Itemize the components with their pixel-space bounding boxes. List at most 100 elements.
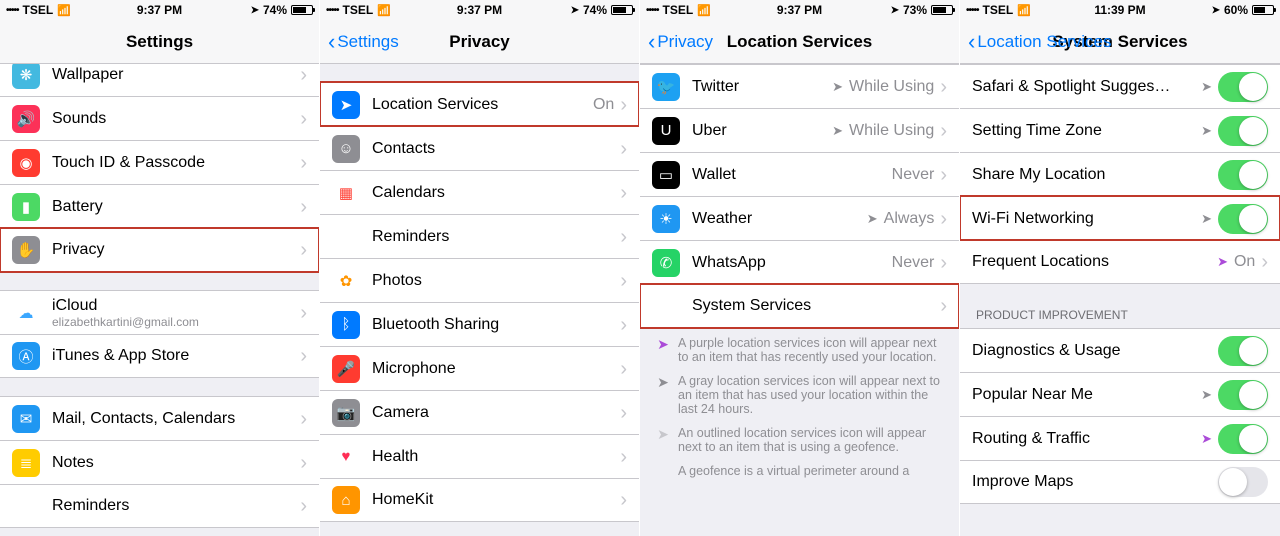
status-time: 9:37 PM [777, 3, 822, 17]
settings-row[interactable]: Routing & Traffic➤ [960, 416, 1280, 460]
row-label: Notes [52, 454, 300, 472]
settings-row[interactable]: •Reminders› [0, 484, 319, 528]
battery-pct: 73% [903, 3, 927, 17]
chevron-right-icon: › [620, 403, 627, 423]
chevron-right-icon: › [620, 359, 627, 379]
settings-row[interactable]: ☁iCloudelizabethkartini@gmail.com› [0, 290, 319, 334]
settings-row[interactable]: Improve Maps [960, 460, 1280, 504]
toggle-switch[interactable] [1218, 380, 1268, 410]
footnote-text: A purple location services icon will app… [678, 336, 943, 364]
location-arrow-icon: ➤ [891, 5, 899, 16]
location-indicator-icon: ➤ [832, 79, 843, 95]
location-arrow-icon: ➤ [656, 374, 670, 416]
settings-row[interactable]: ✿Photos› [320, 258, 639, 302]
toggle-switch[interactable] [1218, 72, 1268, 102]
nav-back-button[interactable]: ‹Location Services [968, 31, 1112, 53]
status-time: 9:37 PM [137, 3, 182, 17]
location-indicator-icon: ➤ [1201, 387, 1212, 403]
settings-row[interactable]: ☀Weather➤Always› [640, 196, 959, 240]
list[interactable]: 🐦Twitter➤While Using›UUber➤While Using›▭… [640, 64, 959, 536]
settings-row[interactable]: ☺Contacts› [320, 126, 639, 170]
settings-row[interactable]: ♥Health› [320, 434, 639, 478]
battery-pct: 74% [583, 3, 607, 17]
chevron-right-icon: › [620, 227, 627, 247]
row-label: iCloud [52, 297, 300, 315]
screen-3: •••••TSEL📶11:39 PM➤60%‹Location Services… [960, 0, 1280, 536]
chevron-right-icon: › [300, 453, 307, 473]
battery-icon [611, 5, 633, 15]
nav-back-label: Settings [337, 32, 398, 52]
settings-row[interactable]: 🔊Sounds› [0, 96, 319, 140]
settings-row[interactable]: ≣Reminders› [320, 214, 639, 258]
chevron-right-icon: › [940, 253, 947, 273]
settings-row[interactable]: Wi-Fi Networking➤ [960, 196, 1280, 240]
battery-icon [291, 5, 313, 15]
location-arrow-icon: ➤ [1212, 5, 1220, 16]
status-bar: •••••TSEL📶9:37 PM➤74% [0, 0, 319, 20]
nav-back-button[interactable]: ‹Settings [328, 31, 399, 53]
wallpaper-icon: ❋ [12, 64, 40, 89]
settings-row[interactable]: Safari & Spotlight Sugges…➤ [960, 64, 1280, 108]
settings-row[interactable]: ◉Touch ID & Passcode› [0, 140, 319, 184]
list[interactable]: Safari & Spotlight Sugges…➤Setting Time … [960, 64, 1280, 536]
settings-row[interactable]: Frequent Locations➤On› [960, 240, 1280, 284]
bluetooth-icon: ᛒ [332, 311, 360, 339]
toggle-switch[interactable] [1218, 116, 1268, 146]
settings-row[interactable]: System Services› [640, 284, 959, 328]
chevron-right-icon: › [300, 65, 307, 85]
chevron-right-icon: › [300, 346, 307, 366]
row-value: Always [884, 210, 935, 228]
settings-row[interactable]: 🐦Twitter➤While Using› [640, 64, 959, 108]
carrier-label: TSEL [983, 3, 1014, 17]
settings-row[interactable]: ⌂HomeKit› [320, 478, 639, 522]
settings-row[interactable]: ⒶiTunes & App Store› [0, 334, 319, 378]
reminders-icon: ≣ [332, 223, 360, 251]
settings-row[interactable]: ≣Notes› [0, 440, 319, 484]
carrier-label: TSEL [663, 3, 694, 17]
status-bar: •••••TSEL📶9:37 PM➤73% [640, 0, 959, 20]
chevron-right-icon: › [300, 240, 307, 260]
settings-row[interactable]: Popular Near Me➤ [960, 372, 1280, 416]
nav-title: Settings [0, 32, 319, 52]
settings-row[interactable]: ➤Location ServicesOn› [320, 82, 639, 126]
row-label: Sounds [52, 110, 300, 128]
settings-row[interactable]: ᛒBluetooth Sharing› [320, 302, 639, 346]
toggle-knob [1239, 425, 1267, 453]
row-label: System Services [692, 297, 940, 315]
settings-row[interactable]: Share My Location [960, 152, 1280, 196]
nav-back-button[interactable]: ‹Privacy [648, 31, 713, 53]
settings-row[interactable]: Setting Time Zone➤ [960, 108, 1280, 152]
homekit-icon: ⌂ [332, 486, 360, 514]
signal-dots: ••••• [326, 5, 339, 16]
settings-row[interactable]: 🎤Microphone› [320, 346, 639, 390]
row-label: Bluetooth Sharing [372, 316, 620, 334]
toggle-switch[interactable] [1218, 467, 1268, 497]
list[interactable]: ➤Location ServicesOn›☺Contacts›▦Calendar… [320, 64, 639, 536]
row-label: Reminders [52, 497, 300, 515]
row-label: Popular Near Me [972, 386, 1201, 404]
toggle-switch[interactable] [1218, 204, 1268, 234]
settings-row[interactable]: ✉Mail, Contacts, Calendars› [0, 396, 319, 440]
row-value: Never [892, 166, 935, 184]
settings-row[interactable]: Diagnostics & Usage [960, 328, 1280, 372]
location-indicator-icon: ➤ [832, 123, 843, 139]
toggle-switch[interactable] [1218, 336, 1268, 366]
row-label: HomeKit [372, 491, 620, 509]
toggle-switch[interactable] [1218, 160, 1268, 190]
footnotes: ➤ A purple location services icon will ap… [640, 328, 959, 496]
settings-row[interactable]: 📷Camera› [320, 390, 639, 434]
settings-row[interactable]: ▦Calendars› [320, 170, 639, 214]
settings-row[interactable]: UUber➤While Using› [640, 108, 959, 152]
toggle-switch[interactable] [1218, 424, 1268, 454]
list[interactable]: ❋Wallpaper›🔊Sounds›◉Touch ID & Passcode›… [0, 64, 319, 536]
row-label: Photos [372, 272, 620, 290]
chevron-right-icon: › [940, 165, 947, 185]
chevron-right-icon: › [940, 296, 947, 316]
settings-row[interactable]: ▭WalletNever› [640, 152, 959, 196]
settings-row[interactable]: ❋Wallpaper› [0, 64, 319, 96]
row-label: WhatsApp [692, 254, 892, 272]
settings-row[interactable]: ✆WhatsAppNever› [640, 240, 959, 284]
chevron-right-icon: › [940, 77, 947, 97]
settings-row[interactable]: ✋Privacy› [0, 228, 319, 272]
settings-row[interactable]: ▮Battery› [0, 184, 319, 228]
